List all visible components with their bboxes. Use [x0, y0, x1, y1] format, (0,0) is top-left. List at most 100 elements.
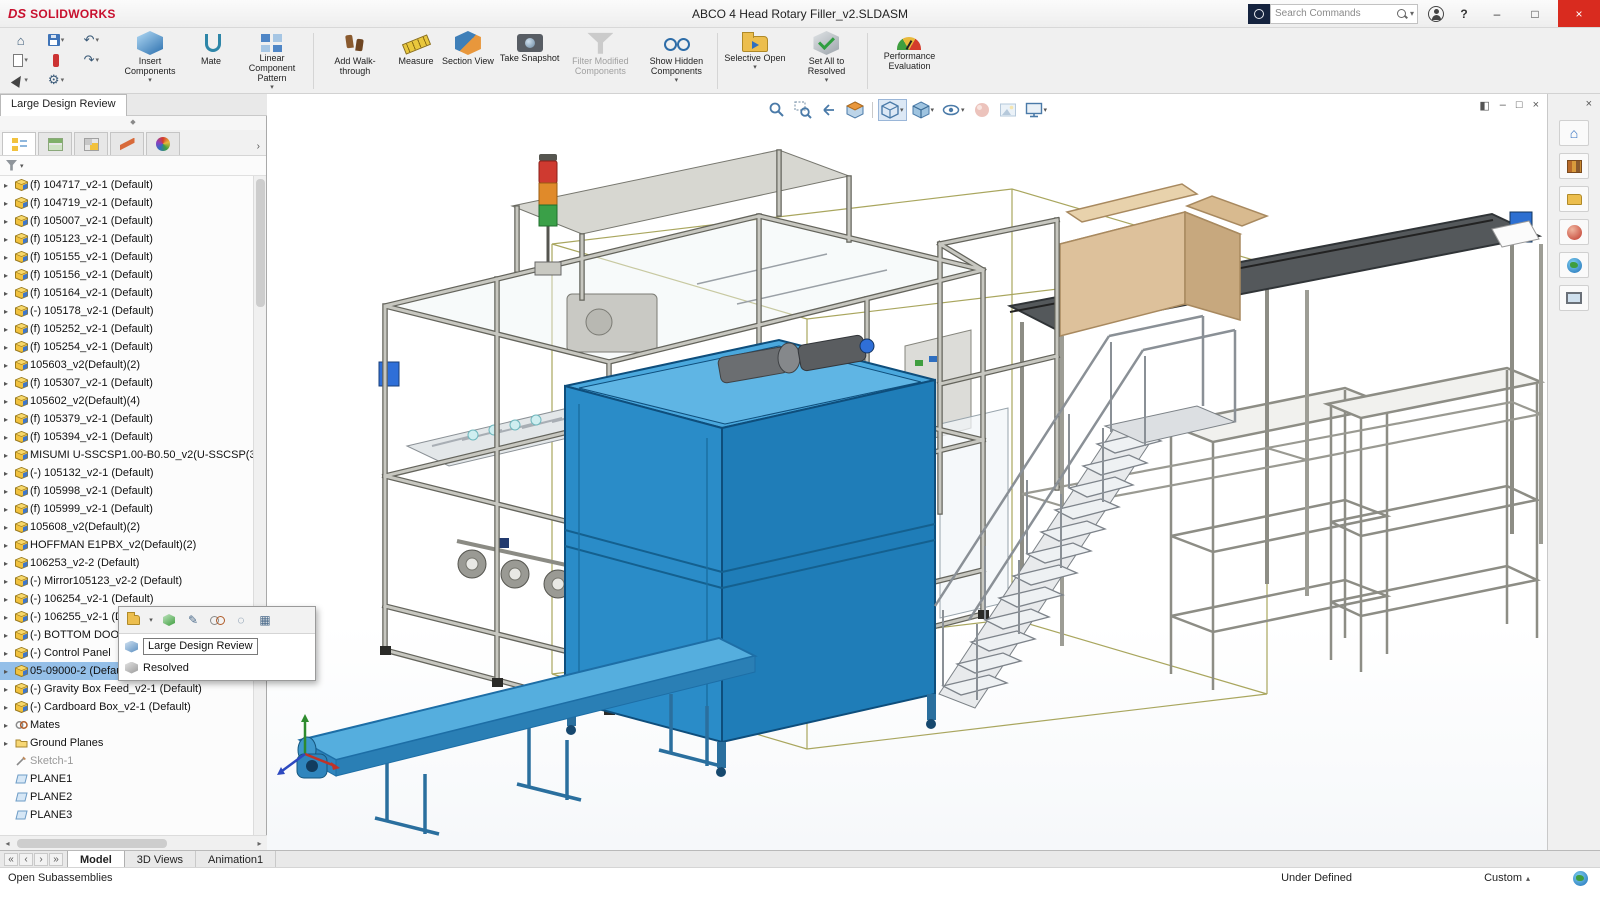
tree-item[interactable]: ▸ (f) 105007_v2-1 (Default): [0, 212, 253, 230]
expand-arrow-icon[interactable]: ▸: [4, 217, 15, 226]
tab-displaymanager[interactable]: [146, 132, 180, 155]
tree-item[interactable]: ▸ (-) Cardboard Box_v2-1 (Default): [0, 698, 253, 716]
tab-scroll-last-icon[interactable]: »: [49, 852, 63, 866]
tree-item[interactable]: ▸ (f) 105998_v2-1 (Default): [0, 482, 253, 500]
expand-arrow-icon[interactable]: ▸: [4, 271, 15, 280]
expand-arrow-icon[interactable]: ▸: [4, 235, 15, 244]
home-button[interactable]: ⌂: [4, 30, 37, 50]
display-style-icon[interactable]: ▾: [909, 99, 938, 121]
scenes-icon[interactable]: [1559, 252, 1589, 278]
tab-configurationmanager[interactable]: [74, 132, 108, 155]
model-signal-tower[interactable]: [534, 154, 562, 276]
mate-rings-icon[interactable]: [207, 610, 227, 630]
tree-item[interactable]: ▸ (f) 104717_v2-1 (Default): [0, 176, 253, 194]
pane-split-icon[interactable]: ◧: [1479, 99, 1489, 112]
context-menu-item[interactable]: Resolved: [119, 657, 315, 678]
model-cardboard-box[interactable]: [1057, 183, 1270, 337]
search-caret-icon[interactable]: ▾: [1410, 9, 1414, 18]
expand-arrow-icon[interactable]: ▸: [4, 631, 15, 640]
tree-item[interactable]: ▸ (f) 105379_v2-1 (Default): [0, 410, 253, 428]
tree-item[interactable]: PLANE1: [0, 770, 253, 788]
scroll-right-icon[interactable]: ▸: [252, 839, 267, 848]
hide-show-items-icon[interactable]: ▾: [939, 99, 968, 121]
expand-arrow-icon[interactable]: ▸: [4, 649, 15, 658]
tree-item[interactable]: ▸ (-) Gravity Box Feed_v2-1 (Default): [0, 680, 253, 698]
tree-item[interactable]: ▸ 105608_v2(Default)(2): [0, 518, 253, 536]
expand-arrow-icon[interactable]: ▸: [4, 703, 15, 712]
expand-arrow-icon[interactable]: ▸: [4, 253, 15, 262]
tree-item[interactable]: ▸ 106253_v2-2 (Default): [0, 554, 253, 572]
ribbon-button-selective-open[interactable]: Selective Open ▾: [721, 29, 788, 93]
minimize-button[interactable]: –: [1482, 0, 1512, 27]
tree-item[interactable]: ▸ (f) 105999_v2-1 (Default): [0, 500, 253, 518]
3dexperience-icon[interactable]: [1248, 3, 1270, 24]
tree-horizontal-scrollbar[interactable]: ◂ ▸: [0, 835, 267, 850]
model-shelving-tables[interactable]: [1162, 366, 1546, 690]
view-settings-icon[interactable]: ▾: [1022, 99, 1051, 121]
filter-icon[interactable]: [6, 160, 17, 171]
apply-scene-icon[interactable]: [996, 99, 1020, 121]
search-input[interactable]: [1271, 8, 1396, 19]
expand-arrow-icon[interactable]: ▸: [4, 433, 15, 442]
print-button[interactable]: [39, 50, 72, 70]
expand-arrow-icon[interactable]: ▸: [4, 469, 15, 478]
rebuild-button[interactable]: [75, 70, 108, 90]
expand-arrow-icon[interactable]: ▸: [4, 289, 15, 298]
expand-arrow-icon[interactable]: ▸: [4, 577, 15, 586]
view-tab-animation1[interactable]: Animation1: [196, 851, 277, 867]
ribbon-button-performance-evaluation[interactable]: Performance Evaluation: [871, 29, 947, 93]
task-pane-close-icon[interactable]: ×: [1548, 94, 1600, 112]
user-account-button[interactable]: [1426, 4, 1446, 24]
open-caret-icon[interactable]: ▾: [147, 610, 155, 630]
component-properties-icon[interactable]: ▦: [255, 610, 275, 630]
view-tab-3d-views[interactable]: 3D Views: [124, 851, 197, 867]
tree-item[interactable]: PLANE2: [0, 788, 253, 806]
ribbon-button-add-walk-through[interactable]: Add Walk-through: [317, 29, 393, 93]
expand-arrow-icon[interactable]: ▸: [4, 541, 15, 550]
doc-close-icon[interactable]: ×: [1533, 99, 1539, 112]
tree-item[interactable]: ▸ (-) 105132_v2-1 (Default): [0, 464, 253, 482]
view-orientation-icon[interactable]: ▾: [878, 99, 907, 121]
tree-item[interactable]: ▸ (f) 105307_v2-1 (Default): [0, 374, 253, 392]
ribbon-button-show-hidden-components[interactable]: Show Hidden Components ▾: [638, 29, 714, 93]
tree-item[interactable]: ▸ Mates: [0, 716, 253, 734]
expand-arrow-icon[interactable]: ▸: [4, 523, 15, 532]
expand-arrow-icon[interactable]: ▸: [4, 379, 15, 388]
expand-arrow-icon[interactable]: ▸: [4, 415, 15, 424]
viewport-3d-scene[interactable]: [267, 94, 1547, 850]
ribbon-button-measure[interactable]: Measure: [393, 29, 439, 93]
tab-scroll-next-icon[interactable]: ›: [34, 852, 48, 866]
edit-component-icon[interactable]: ✎: [183, 610, 203, 630]
tree-item[interactable]: ▸ (f) 105123_v2-1 (Default): [0, 230, 253, 248]
expand-arrow-icon[interactable]: ▸: [4, 739, 15, 748]
expand-arrow-icon[interactable]: ▸: [4, 667, 15, 676]
appearances-icon[interactable]: [1559, 219, 1589, 245]
expand-arrow-icon[interactable]: ▸: [4, 325, 15, 334]
help-button[interactable]: ?: [1454, 4, 1474, 24]
view-tab-model[interactable]: Model: [67, 851, 125, 867]
tab-scroll-prev-icon[interactable]: ‹: [19, 852, 33, 866]
expand-arrow-icon[interactable]: ▸: [4, 595, 15, 604]
tab-large-design-review[interactable]: Large Design Review: [0, 94, 127, 116]
ribbon-button-linear-component-pattern[interactable]: Linear Component Pattern ▾: [234, 29, 310, 93]
tree-item[interactable]: ▸ MISUMI U-SSCSP1.00-B0.50_v2(U-SSCSP(304…: [0, 446, 253, 464]
ribbon-button-insert-components[interactable]: Insert Components ▾: [112, 29, 188, 93]
model-outfeed-conveyor[interactable]: [296, 636, 758, 836]
expand-arrow-icon[interactable]: ▸: [4, 397, 15, 406]
zoom-to-fit-icon[interactable]: [765, 99, 789, 121]
expand-arrow-icon[interactable]: ▸: [4, 685, 15, 694]
edit-appearance-icon[interactable]: [970, 99, 994, 121]
panel-overflow-arrow[interactable]: ›: [257, 141, 264, 155]
expand-arrow-icon[interactable]: ▸: [4, 487, 15, 496]
expand-arrow-icon[interactable]: ▸: [4, 181, 15, 190]
tree-item[interactable]: ▸ (f) 105164_v2-1 (Default): [0, 284, 253, 302]
options-button[interactable]: ⚙ ▾: [39, 70, 72, 90]
tree-item[interactable]: ▸ 105602_v2(Default)(4): [0, 392, 253, 410]
tree-item[interactable]: Sketch-1: [0, 752, 253, 770]
doc-minimize-icon[interactable]: –: [1500, 99, 1506, 112]
file-explorer-icon[interactable]: [1559, 186, 1589, 212]
expand-arrow-icon[interactable]: ▸: [4, 361, 15, 370]
scroll-left-icon[interactable]: ◂: [0, 839, 15, 848]
redo-button[interactable]: ↷ ▾: [75, 50, 108, 70]
previous-view-icon[interactable]: [817, 99, 841, 121]
